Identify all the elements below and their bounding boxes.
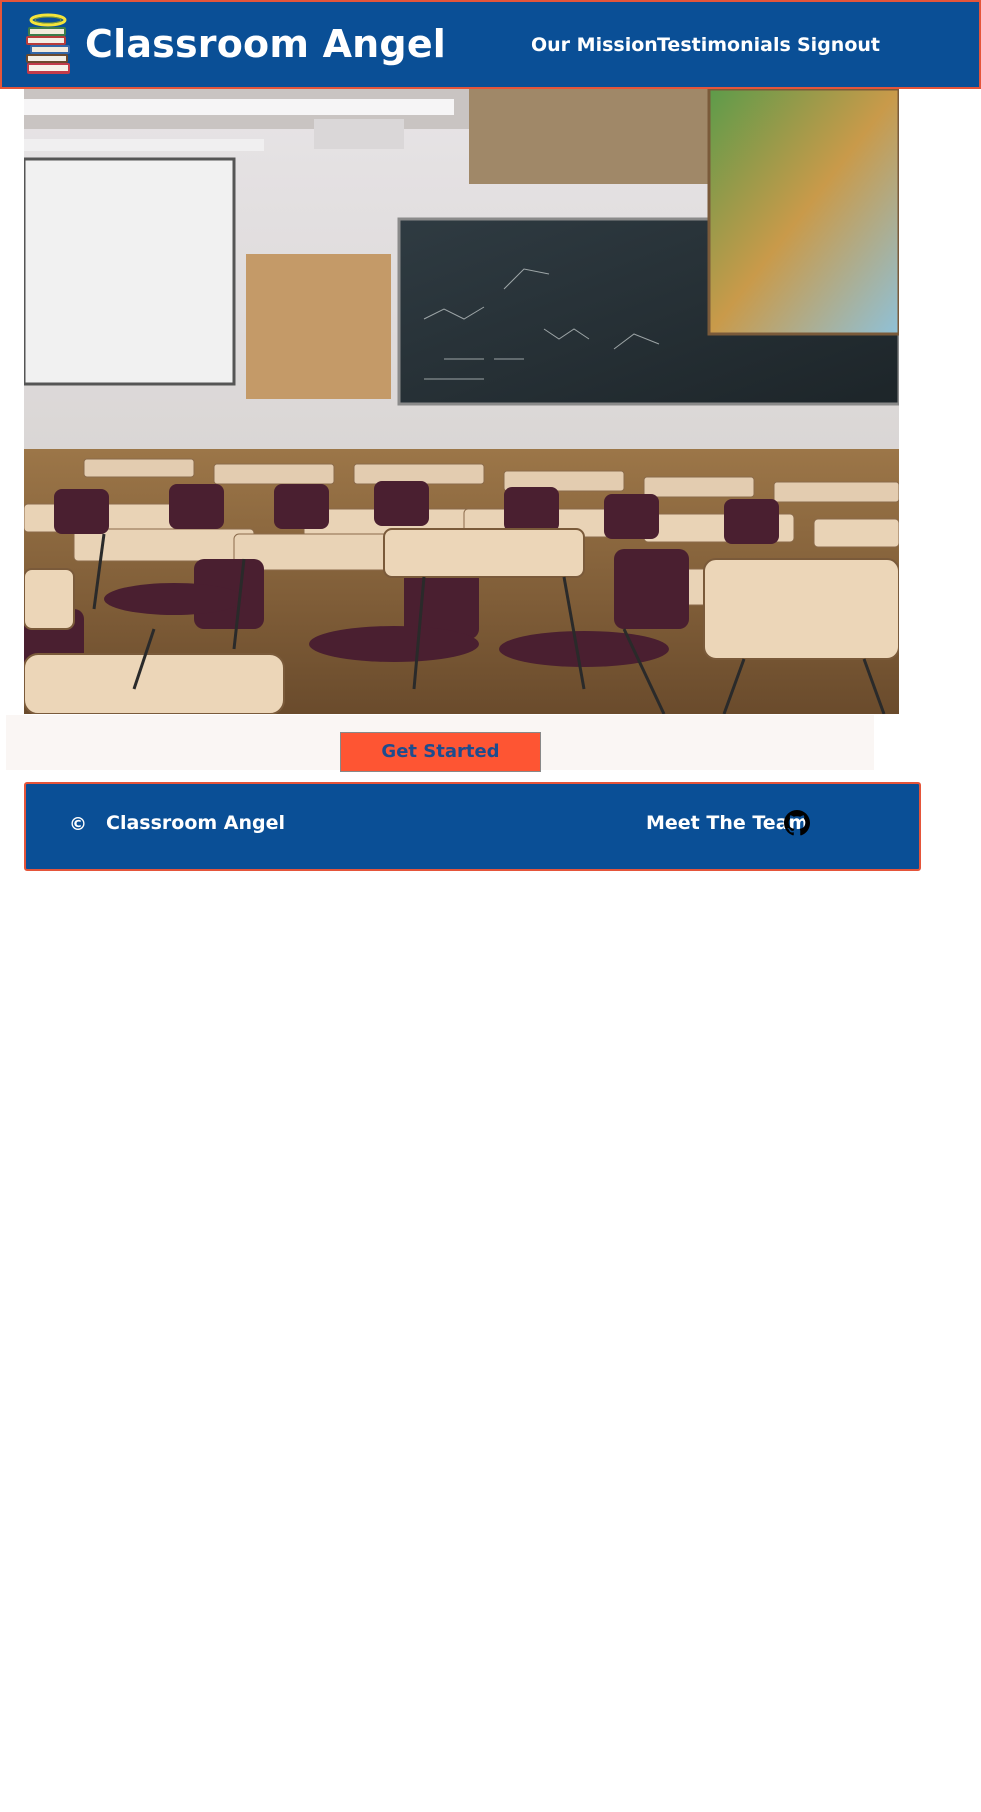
nav-signout[interactable]: Signout	[797, 34, 880, 56]
hero-image	[24, 89, 899, 714]
books-with-halo-icon[interactable]	[24, 12, 74, 80]
copyright-symbol: ©	[69, 814, 87, 835]
nav-our-mission[interactable]: Our Mission	[531, 34, 658, 56]
site-header: Classroom Angel Our Mission Testimonials…	[0, 0, 981, 89]
footer-brand: Classroom Angel	[106, 812, 286, 834]
get-started-button[interactable]: Get Started	[340, 732, 541, 772]
nav-testimonials[interactable]: Testimonials	[657, 34, 791, 56]
classroom-photo	[24, 89, 899, 714]
site-title[interactable]: Classroom Angel	[85, 22, 446, 66]
github-icon[interactable]	[784, 810, 810, 836]
site-footer: © Classroom Angel Meet The Team	[24, 782, 921, 871]
